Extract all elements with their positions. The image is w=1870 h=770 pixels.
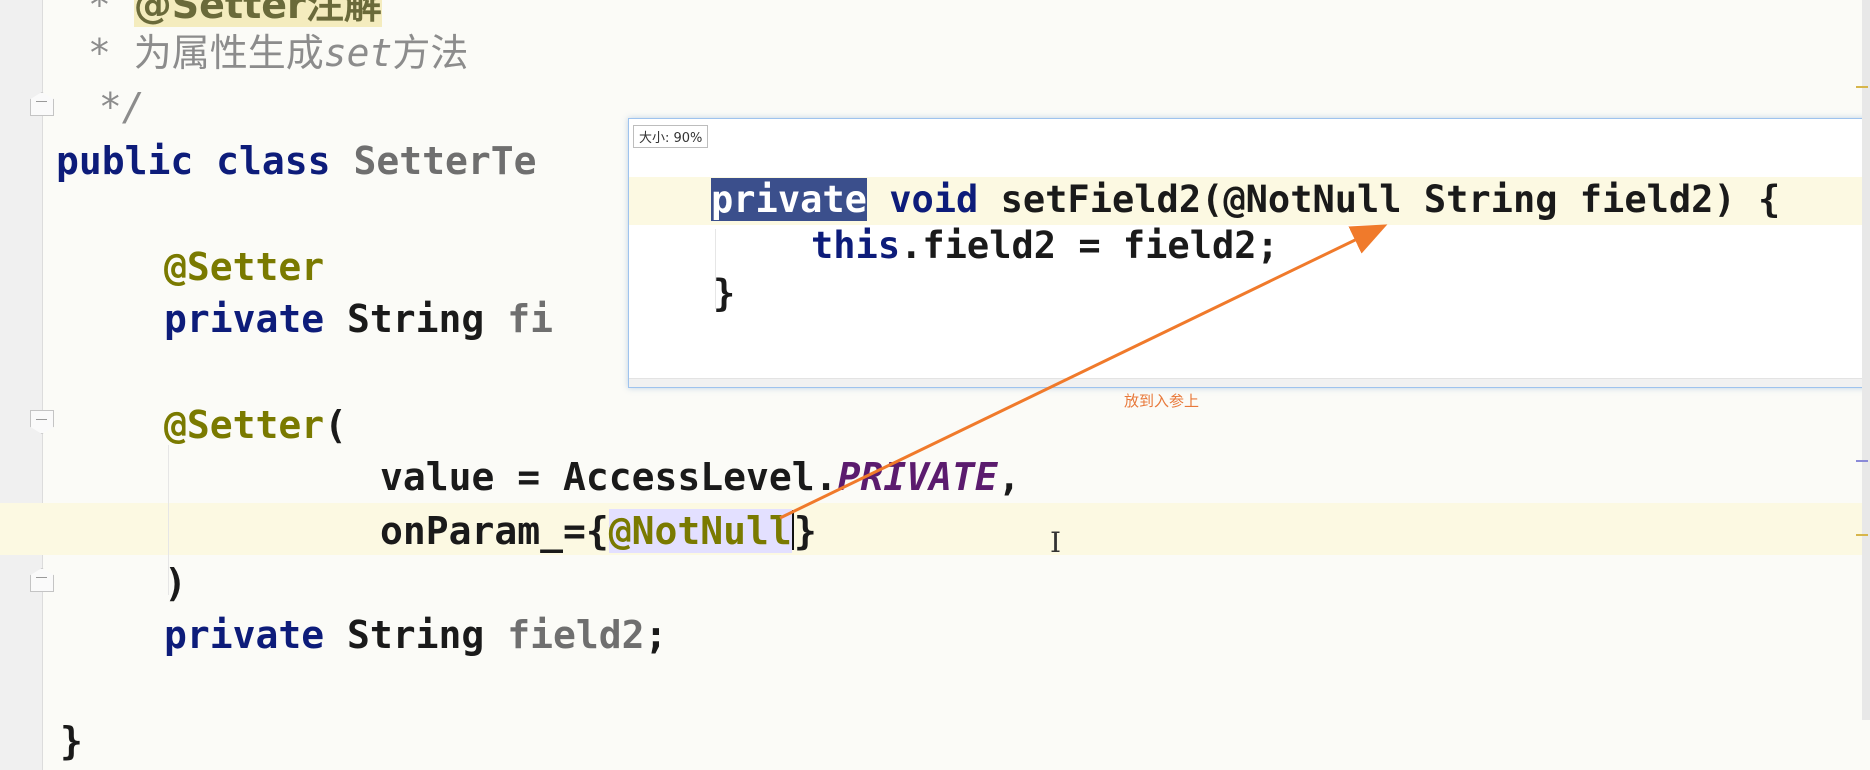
popup-method-body: this.field2 = field2; xyxy=(811,224,1279,267)
current-line-highlight xyxy=(0,503,1870,555)
magnifier-popup: 大小: 90% private void setField2(@NotNull … xyxy=(628,118,1870,388)
zoom-size-badge: 大小: 90% xyxy=(633,125,709,148)
popup-status-strip xyxy=(629,378,1870,387)
field1-declaration: private String fi xyxy=(164,297,553,341)
setter-annotation-2: @Setter( xyxy=(164,403,348,447)
comment-line-description: * 为属性生成set方法 xyxy=(88,31,469,75)
scroll-marker xyxy=(1856,86,1868,88)
setter-close-paren: ) xyxy=(164,561,187,605)
mouse-ibeam-cursor: I xyxy=(1050,526,1062,559)
annotation-note: 放到入参上 xyxy=(1124,392,1200,410)
scroll-marker xyxy=(1856,534,1868,536)
editor-scrollbar[interactable] xyxy=(1862,0,1870,720)
popup-method-signature: private void setField2(@NotNull String f… xyxy=(711,178,1781,221)
setter-annotation-1: @Setter xyxy=(164,245,325,289)
popup-method-close: } xyxy=(713,272,736,315)
field2-declaration: private String field2; xyxy=(164,613,668,657)
value-param-line: value = AccessLevel.PRIVATE, xyxy=(380,455,1021,499)
class-declaration: public class SetterTe xyxy=(56,139,537,183)
scroll-marker xyxy=(1856,460,1868,462)
selected-keyword: private xyxy=(711,178,867,221)
comment-end: */ xyxy=(76,85,145,129)
comment-line-annotation: * @Setter注解 xyxy=(88,0,382,27)
onparam-line[interactable]: onParam_={@NotNull} xyxy=(380,509,817,553)
class-close-brace: } xyxy=(60,719,83,763)
